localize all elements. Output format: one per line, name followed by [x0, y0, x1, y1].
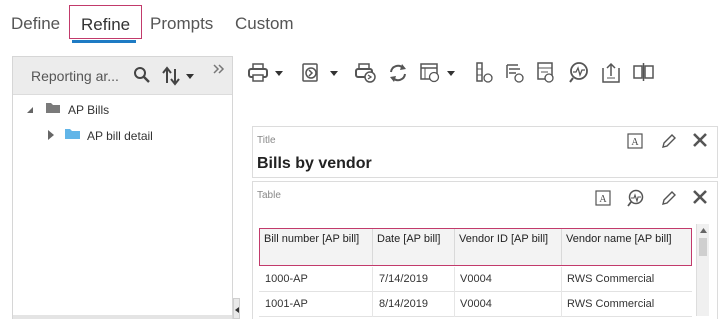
report-toolbar	[247, 60, 667, 88]
group-icon[interactable]	[504, 60, 526, 86]
column-divider	[372, 267, 373, 292]
table-header: Bill number [AP bill] Date [AP bill] Ven…	[259, 228, 692, 266]
tree-label: AP Bills	[68, 103, 110, 117]
analyze-icon[interactable]	[568, 60, 590, 86]
table-row[interactable]: 1000-AP 7/14/2019 V0004 RWS Commercial	[259, 267, 692, 292]
column-header-bill-number[interactable]: Bill number [AP bill]	[260, 229, 373, 265]
svg-text:A: A	[599, 194, 607, 205]
tab-custom[interactable]: Custom	[235, 14, 294, 34]
column-divider	[454, 267, 455, 292]
view-icon[interactable]	[419, 60, 459, 86]
folder-icon	[64, 127, 81, 144]
active-tab-indicator	[72, 40, 136, 43]
svg-text:A: A	[631, 137, 639, 148]
column-header-vendor-name[interactable]: Vendor name [AP bill]	[562, 229, 691, 265]
print-preview-icon[interactable]	[354, 60, 378, 86]
column-divider	[561, 267, 562, 292]
upload-icon[interactable]	[600, 60, 622, 86]
scrollbar-thumb[interactable]	[699, 238, 707, 256]
cell-bill-number: 1000-AP	[265, 273, 308, 285]
column-header-vendor-id[interactable]: Vendor ID [AP bill]	[455, 229, 562, 265]
tree-item-ap-bill-detail[interactable]: AP bill detail	[47, 125, 227, 145]
close-icon[interactable]	[692, 132, 708, 153]
table-vertical-scrollbar[interactable]	[696, 224, 709, 316]
cell-bill-number: 1001-AP	[265, 298, 308, 310]
sort-icon[interactable]	[162, 66, 196, 91]
cell-date: 7/14/2019	[379, 273, 428, 285]
text-style-icon[interactable]: A	[595, 190, 611, 211]
cell-vendor-name: RWS Commercial	[567, 273, 655, 285]
column-divider	[372, 292, 373, 317]
text-style-icon[interactable]: A	[627, 133, 643, 154]
refresh-icon[interactable]	[387, 60, 409, 86]
panel-scrollbar[interactable]	[13, 315, 232, 319]
column-header-date[interactable]: Date [AP bill]	[373, 229, 455, 265]
aggregate-icon[interactable]	[535, 60, 557, 86]
search-icon[interactable]	[133, 66, 151, 89]
table-panel: Table A Bill number [AP bill] Date [AP b…	[252, 181, 718, 319]
reporting-area-title: Reporting ar...	[31, 68, 119, 84]
collapsed-icon[interactable]	[47, 129, 55, 144]
scroll-up-icon	[700, 228, 707, 233]
cell-date: 8/14/2019	[379, 298, 428, 310]
title-panel: Title Bills by vendor A	[252, 126, 718, 178]
tree-label: AP bill detail	[87, 129, 153, 143]
table-row[interactable]: 1001-AP 8/14/2019 V0004 RWS Commercial	[259, 292, 692, 317]
cell-vendor-id: V0004	[460, 298, 492, 310]
cell-vendor-name: RWS Commercial	[567, 298, 655, 310]
column-divider	[561, 292, 562, 317]
analyze-icon[interactable]	[627, 189, 645, 212]
row-icon[interactable]	[474, 60, 496, 86]
column-icon[interactable]	[632, 60, 656, 86]
column-divider	[454, 292, 455, 317]
expanded-icon[interactable]	[25, 104, 35, 118]
export-icon[interactable]	[300, 60, 342, 86]
collapse-panel-icon[interactable]	[212, 62, 226, 81]
title-label: Title	[257, 135, 276, 146]
reporting-area-header: Reporting ar...	[13, 57, 232, 95]
tree-item-ap-bills[interactable]: AP Bills	[25, 99, 225, 119]
tab-bar: Define Refine Prompts Custom	[0, 0, 724, 46]
edit-icon[interactable]	[661, 190, 677, 211]
reporting-area-panel: Reporting ar... AP Bills AP bill detail	[12, 56, 233, 319]
tab-prompts[interactable]: Prompts	[150, 14, 213, 34]
cell-vendor-id: V0004	[460, 273, 492, 285]
panel-splitter[interactable]	[233, 298, 240, 319]
folder-icon	[45, 101, 61, 118]
print-icon[interactable]	[247, 60, 287, 86]
tab-refine[interactable]: Refine	[69, 5, 143, 39]
close-icon[interactable]	[692, 189, 708, 210]
table-label: Table	[257, 190, 281, 201]
tab-define[interactable]: Define	[11, 14, 60, 34]
edit-icon[interactable]	[661, 133, 677, 154]
report-title: Bills by vendor	[257, 155, 372, 172]
